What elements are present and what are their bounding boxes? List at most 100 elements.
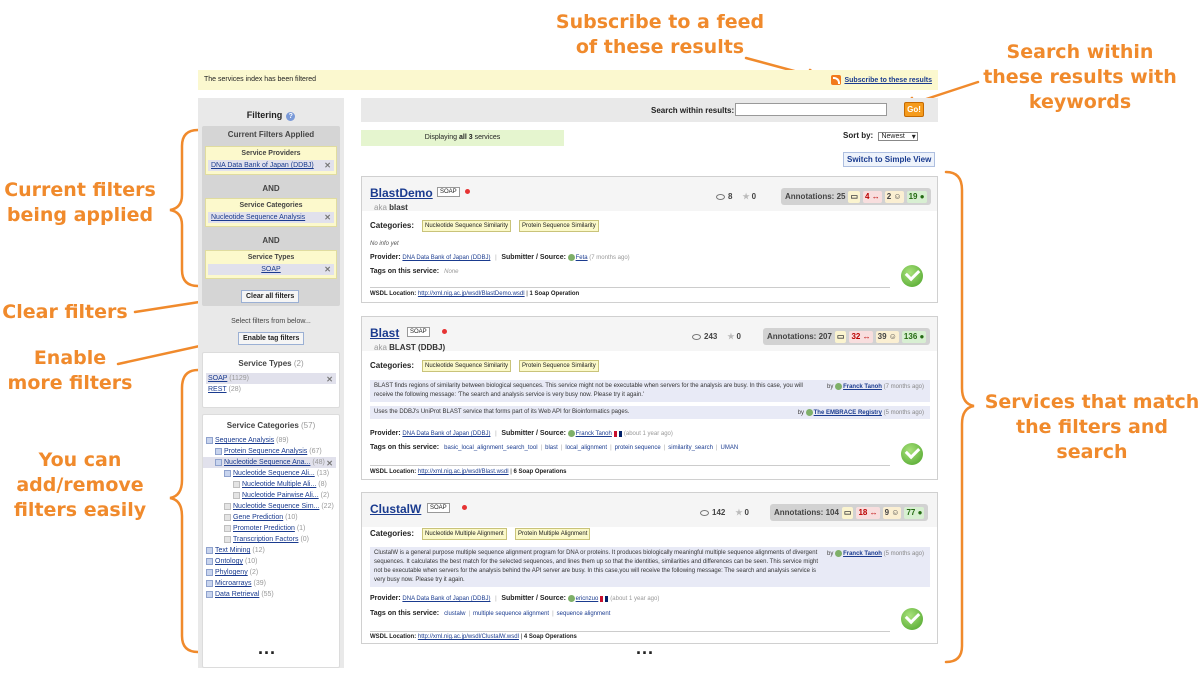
filter-value-link[interactable]: Nucleotide Sequence Analysis: [211, 214, 305, 221]
category-chip[interactable]: Nucleotide Sequence Similarity: [422, 220, 512, 232]
category-chip[interactable]: Nucleotide Multiple Alignment: [422, 528, 507, 540]
type-filter-rest[interactable]: REST (28): [206, 384, 336, 395]
tag-link[interactable]: basic_local_alignment_search_tool: [444, 445, 537, 451]
category-chip[interactable]: Protein Sequence Similarity: [519, 220, 599, 232]
category-item[interactable]: Phylogeny (2): [203, 567, 339, 578]
status-ok-icon[interactable]: [901, 608, 923, 630]
category-label[interactable]: Microarrays: [215, 580, 252, 587]
tag-link[interactable]: blast: [545, 445, 558, 451]
filter-value-link[interactable]: SOAP: [261, 266, 280, 273]
category-item[interactable]: Nucleotide Multiple Ali... (8): [203, 479, 339, 490]
tag-link[interactable]: similarity_search: [668, 445, 713, 451]
category-chip[interactable]: Protein Sequence Similarity: [519, 360, 599, 372]
wsdl-link[interactable]: http://xml.nig.ac.jp/wsdl/Blast.wsdl: [418, 469, 509, 475]
category-chip[interactable]: Nucleotide Sequence Similarity: [422, 360, 512, 372]
tag-link[interactable]: local_alignment: [565, 445, 607, 451]
provider-label: Provider:: [370, 595, 401, 603]
filter-label[interactable]: REST: [208, 386, 227, 393]
filter-label[interactable]: SOAP: [208, 375, 227, 382]
sort-select[interactable]: Newest: [878, 132, 918, 141]
author-link[interactable]: The EMBRACE Registry: [814, 410, 882, 416]
tag-link[interactable]: clustalw: [444, 611, 465, 617]
provider-label: Provider:: [370, 430, 401, 438]
service-name-link[interactable]: ClustalW: [370, 502, 421, 516]
expand-icon[interactable]: [215, 458, 222, 466]
author-link[interactable]: Franck Tanoh: [843, 384, 882, 390]
expand-icon[interactable]: [206, 436, 213, 444]
category-label[interactable]: Phylogeny: [215, 569, 248, 576]
category-label[interactable]: Text Mining: [215, 547, 250, 554]
expand-icon[interactable]: [206, 546, 213, 554]
category-chip[interactable]: Protein Multiple Alignment: [515, 528, 591, 540]
category-label[interactable]: Sequence Analysis: [215, 437, 274, 444]
submitter-link[interactable]: ericnzuo: [576, 596, 599, 602]
switch-view-button[interactable]: Switch to Simple View: [843, 152, 936, 167]
category-label[interactable]: Data Retrieval: [215, 591, 259, 598]
leaf-icon: [233, 491, 240, 499]
category-item[interactable]: Nucleotide Pairwise Ali... (2): [203, 490, 339, 501]
favourite-star-icon[interactable]: ★: [727, 332, 734, 341]
category-item[interactable]: Data Retrieval (55): [203, 589, 339, 600]
status-ok-icon[interactable]: [901, 443, 923, 465]
category-label[interactable]: Promoter Prediction: [233, 525, 295, 532]
wsdl-link[interactable]: http://xml.nig.ac.jp/wsdl/ClustalW.wsdl: [418, 634, 519, 640]
category-item[interactable]: Gene Prediction (10): [203, 512, 339, 523]
favourite-star-icon[interactable]: ★: [735, 508, 742, 517]
category-item-selected[interactable]: Nucleotide Sequence Ana... (48) ✕: [203, 457, 336, 468]
tag-link[interactable]: UMAN: [720, 445, 738, 451]
provider-link[interactable]: DNA Data Bank of Japan (DDBJ): [402, 255, 490, 261]
tag-link[interactable]: sequence alignment: [557, 611, 611, 617]
provider-row: Provider: DNA Data Bank of Japan (DDBJ) …: [370, 254, 630, 262]
tag-link[interactable]: multiple sequence alignment: [473, 611, 549, 617]
category-label[interactable]: Gene Prediction: [233, 514, 283, 521]
remove-filter-icon[interactable]: ✕: [324, 265, 331, 274]
author-avatar-icon: [835, 550, 843, 557]
category-item[interactable]: Promoter Prediction (1): [203, 523, 339, 534]
author-link[interactable]: Franck Tanoh: [843, 551, 882, 557]
category-item[interactable]: Transcription Factors (0): [203, 534, 339, 545]
wsdl-link[interactable]: http://xml.nig.ac.jp/wsdl/BlastDemo.wsdl: [418, 291, 525, 297]
expand-icon[interactable]: [206, 557, 213, 565]
remove-filter-icon[interactable]: ✕: [324, 213, 331, 222]
expand-icon[interactable]: [206, 579, 213, 587]
type-filter-soap[interactable]: SOAP (1129) ✕: [206, 373, 336, 384]
provider-link[interactable]: DNA Data Bank of Japan (DDBJ): [402, 431, 490, 437]
enable-tag-filters-button[interactable]: Enable tag filters: [238, 332, 305, 345]
help-icon[interactable]: ?: [286, 112, 296, 121]
provider-label: Provider:: [370, 254, 401, 262]
category-label[interactable]: Nucleotide Sequence Ana...: [224, 459, 310, 466]
category-label[interactable]: Protein Sequence Analysis: [224, 448, 307, 455]
category-item[interactable]: Ontology (10): [203, 556, 339, 567]
category-label[interactable]: Ontology: [215, 558, 243, 565]
expand-icon[interactable]: [206, 568, 213, 576]
provider-link[interactable]: DNA Data Bank of Japan (DDBJ): [402, 596, 490, 602]
category-label[interactable]: Nucleotide Multiple Ali...: [242, 481, 316, 488]
category-item[interactable]: Microarrays (39): [203, 578, 339, 589]
submitter-link[interactable]: Franck Tanoh: [576, 431, 612, 437]
filter-value-link[interactable]: DNA Data Bank of Japan (DDBJ): [211, 162, 314, 169]
remove-filter-icon[interactable]: ✕: [324, 161, 331, 170]
clear-all-filters-button[interactable]: Clear all filters: [241, 290, 300, 303]
service-name-link[interactable]: Blast: [370, 326, 399, 340]
category-item[interactable]: Text Mining (12): [203, 545, 339, 556]
expand-icon[interactable]: [215, 447, 222, 455]
submitter-link[interactable]: Feta: [576, 255, 588, 261]
status-ok-icon[interactable]: [901, 265, 923, 287]
service-name-link[interactable]: BlastDemo: [370, 186, 433, 200]
category-item[interactable]: Nucleotide Sequence Sim... (22): [203, 501, 339, 512]
go-button[interactable]: Go!: [904, 102, 924, 117]
search-input[interactable]: [735, 103, 887, 116]
category-label[interactable]: Nucleotide Sequence Ali...: [233, 470, 315, 477]
expand-icon[interactable]: [206, 590, 213, 598]
expand-icon[interactable]: [224, 469, 231, 477]
category-item[interactable]: Nucleotide Sequence Ali... (13): [203, 468, 339, 479]
category-label[interactable]: Nucleotide Pairwise Ali...: [242, 492, 319, 499]
favourite-star-icon[interactable]: ★: [742, 192, 749, 201]
filtered-message: The services index has been filtered: [204, 76, 317, 83]
category-label[interactable]: Nucleotide Sequence Sim...: [233, 503, 319, 510]
tag-link[interactable]: protein sequence: [615, 445, 661, 451]
category-label[interactable]: Transcription Factors: [233, 536, 298, 543]
subscribe-link[interactable]: Subscribe to these results: [831, 75, 932, 86]
category-item[interactable]: Sequence Analysis (89): [203, 435, 339, 446]
category-item[interactable]: Protein Sequence Analysis (67): [203, 446, 339, 457]
